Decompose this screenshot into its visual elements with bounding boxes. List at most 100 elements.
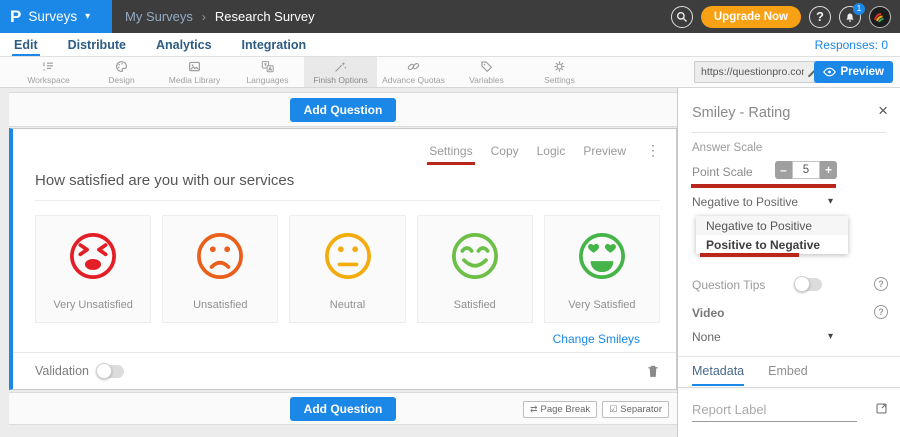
toolbar-item-advance-quotas[interactable]: Advance Quotas bbox=[377, 57, 450, 87]
search-button[interactable] bbox=[671, 6, 693, 28]
question-tips-label: Question Tips bbox=[692, 278, 765, 292]
breadcrumb-current-survey: Research Survey bbox=[215, 9, 315, 24]
eye-icon bbox=[823, 67, 836, 77]
question-tab-copy[interactable]: Copy bbox=[491, 144, 519, 158]
very-satisfied-smiley-icon bbox=[575, 229, 629, 283]
question-tab-logic[interactable]: Logic bbox=[537, 144, 566, 158]
smiley-option-very-unsatisfied[interactable]: Very Unsatisfied bbox=[35, 215, 151, 323]
panel-tabs: Metadata Embed bbox=[692, 364, 900, 386]
notification-badge: 1 bbox=[853, 3, 865, 15]
tab-integration[interactable]: Integration bbox=[240, 33, 309, 56]
change-smileys-link[interactable]: Change Smileys bbox=[553, 332, 640, 346]
advance-quotas-chain-icon bbox=[406, 59, 421, 74]
header-actions: Upgrade Now ? 1 bbox=[671, 6, 891, 28]
settings-gear-icon bbox=[552, 59, 567, 74]
survey-nav-tabs: Edit Distribute Analytics Integration Re… bbox=[0, 33, 900, 57]
help-button[interactable]: ? bbox=[809, 6, 831, 28]
tab-analytics[interactable]: Analytics bbox=[154, 33, 214, 56]
responses-count[interactable]: Responses: 0 bbox=[815, 33, 888, 56]
toolbar-item-settings[interactable]: Settings bbox=[523, 57, 596, 87]
breadcrumb: My Surveys › Research Survey bbox=[125, 9, 315, 24]
video-label: Video bbox=[692, 306, 724, 320]
separator-button[interactable]: ☑ Separator bbox=[602, 401, 669, 418]
product-menu-label: Surveys bbox=[28, 9, 77, 24]
toolbar-item-variables[interactable]: Variables bbox=[450, 57, 523, 87]
point-scale-decrease-button[interactable]: – bbox=[775, 161, 792, 179]
chevron-down-icon: ▾ bbox=[85, 11, 90, 22]
unsatisfied-smiley-icon bbox=[193, 229, 247, 283]
delete-question-trash-icon[interactable] bbox=[646, 364, 660, 379]
tab-embed[interactable]: Embed bbox=[768, 364, 808, 386]
toolbar-item-finish-options[interactable]: Finish Options bbox=[304, 57, 377, 87]
preview-label: Preview bbox=[841, 66, 884, 78]
media-library-icon bbox=[187, 59, 202, 74]
toolbar-item-workspace[interactable]: Workspace bbox=[12, 57, 85, 87]
toolbar-item-languages[interactable]: Languages bbox=[231, 57, 304, 87]
breadcrumb-my-surveys[interactable]: My Surveys bbox=[125, 9, 193, 24]
help-icon: ? bbox=[816, 9, 824, 24]
questionpro-logo-icon: P bbox=[10, 8, 21, 25]
page-controls: ⇄ Page Break ☑ Separator bbox=[523, 401, 669, 418]
search-icon bbox=[676, 11, 688, 23]
tab-edit[interactable]: Edit bbox=[12, 33, 40, 56]
survey-url-field bbox=[694, 61, 823, 83]
notifications-button[interactable]: 1 bbox=[839, 6, 861, 28]
question-tips-help-icon[interactable]: ? bbox=[874, 277, 888, 291]
separator-checkbox-icon: ☑ bbox=[609, 404, 617, 415]
very-unsatisfied-smiley-icon bbox=[66, 229, 120, 283]
design-palette-icon bbox=[114, 59, 129, 74]
user-avatar[interactable] bbox=[869, 6, 891, 28]
dropdown-option-positive-to-negative[interactable]: Positive to Negative bbox=[696, 235, 848, 254]
video-row: Video ? bbox=[692, 304, 888, 320]
panel-tabs-divider bbox=[678, 387, 900, 388]
page-break-icon: ⇄ bbox=[530, 404, 538, 415]
toolbar-item-design[interactable]: Design bbox=[85, 57, 158, 87]
neutral-smiley-icon bbox=[321, 229, 375, 283]
annotation-underline-positive-to-negative bbox=[700, 253, 799, 257]
survey-url-input[interactable] bbox=[695, 66, 806, 78]
annotation-underline-settings bbox=[427, 162, 474, 165]
smiley-option-satisfied[interactable]: Satisfied bbox=[417, 215, 533, 323]
question-tab-settings[interactable]: Settings bbox=[429, 144, 472, 158]
question-card-tabs: Settings Copy Logic Preview ⋮ bbox=[13, 129, 676, 159]
toolbar-item-media-library[interactable]: Media Library bbox=[158, 57, 231, 87]
add-question-button-top[interactable]: Add Question bbox=[290, 98, 397, 122]
scale-direction-select[interactable]: Negative to Positive bbox=[692, 195, 845, 209]
scale-direction-caret-icon[interactable]: ▾ bbox=[828, 196, 833, 207]
video-select-caret-icon[interactable]: ▾ bbox=[828, 331, 833, 342]
question-overflow-menu-icon[interactable]: ⋮ bbox=[646, 142, 660, 159]
video-help-icon[interactable]: ? bbox=[874, 305, 888, 319]
close-panel-icon[interactable]: × bbox=[878, 102, 888, 119]
page-break-button[interactable]: ⇄ Page Break bbox=[523, 401, 597, 418]
question-title[interactable]: How satisfied are you with our services bbox=[35, 172, 660, 201]
expand-report-label-icon[interactable] bbox=[875, 402, 888, 415]
panel-divider bbox=[692, 132, 886, 133]
question-settings-panel: Smiley - Rating × Answer Scale Point Sca… bbox=[677, 88, 900, 437]
smiley-option-very-satisfied[interactable]: Very Satisfied bbox=[544, 215, 660, 323]
add-question-strip-top: Add Question bbox=[9, 92, 677, 127]
smiley-option-unsatisfied[interactable]: Unsatisfied bbox=[162, 215, 278, 323]
upgrade-now-button[interactable]: Upgrade Now bbox=[701, 6, 801, 28]
validation-label: Validation bbox=[35, 364, 89, 378]
tab-metadata[interactable]: Metadata bbox=[692, 364, 744, 386]
tab-distribute[interactable]: Distribute bbox=[66, 33, 128, 56]
product-menu[interactable]: P Surveys ▾ bbox=[0, 0, 112, 33]
answer-scale-label: Answer Scale bbox=[692, 142, 762, 154]
smiley-option-neutral[interactable]: Neutral bbox=[289, 215, 405, 323]
validation-toggle[interactable] bbox=[97, 365, 124, 378]
video-select[interactable]: None bbox=[692, 330, 721, 344]
question-tips-toggle[interactable] bbox=[795, 278, 822, 291]
preview-button[interactable]: Preview bbox=[814, 61, 893, 83]
dropdown-option-negative-to-positive[interactable]: Negative to Positive bbox=[696, 216, 848, 235]
survey-canvas: Add Question Settings Copy Logic Preview… bbox=[0, 88, 677, 437]
point-scale-increase-button[interactable]: + bbox=[820, 161, 837, 179]
scale-direction-dropdown: Negative to Positive Positive to Negativ… bbox=[696, 216, 848, 254]
top-header: P Surveys ▾ My Surveys › Research Survey… bbox=[0, 0, 900, 33]
question-tab-preview[interactable]: Preview bbox=[583, 144, 626, 158]
point-scale-label: Point Scale bbox=[692, 165, 753, 179]
point-scale-value[interactable]: 5 bbox=[792, 161, 820, 179]
panel-divider-2 bbox=[678, 356, 900, 357]
add-question-button-bottom[interactable]: Add Question bbox=[290, 397, 397, 421]
report-label-input[interactable] bbox=[692, 400, 857, 422]
languages-icon bbox=[260, 59, 275, 74]
